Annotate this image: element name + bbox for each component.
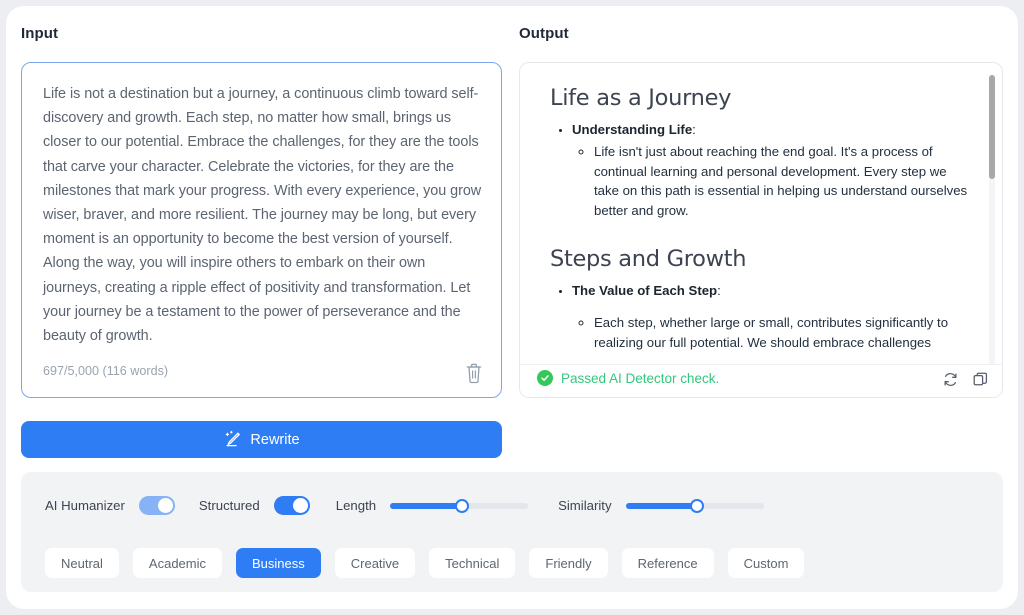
bullet-title: The Value of Each Step [572,283,717,298]
output-content[interactable]: Life as a Journey Understanding Life: Li… [520,63,1003,366]
toggle-knob [293,498,308,513]
preset-reference[interactable]: Reference [622,548,714,578]
length-label: Length [336,498,376,513]
length-slider[interactable] [390,503,528,509]
preset-academic[interactable]: Academic [133,548,222,578]
input-textarea-container[interactable]: Life is not a destination but a journey,… [21,62,502,398]
output-bullet-list: The Value of Each Step: Each step, wheth… [572,281,974,352]
preset-buttons: Neutral Academic Business Creative Techn… [45,548,804,578]
preset-custom[interactable]: Custom [728,548,805,578]
app-card: Input Life is not a destination but a jo… [6,6,1018,609]
output-panel-title: Output [519,25,569,42]
output-section-title: Steps and Growth [550,246,974,272]
status-badge: Passed AI Detector check. [561,371,719,386]
slider-thumb[interactable] [690,499,704,513]
output-status-bar: Passed AI Detector check. [520,364,1002,397]
preset-business[interactable]: Business [236,548,321,578]
input-text[interactable]: Life is not a destination but a journey,… [43,82,485,348]
ai-humanizer-label: AI Humanizer [45,498,125,513]
output-container: Life as a Journey Understanding Life: Li… [519,62,1003,398]
rewrite-button-label: Rewrite [250,432,299,448]
controls-row: AI Humanizer Structured Length Similarit… [45,496,764,515]
preset-neutral[interactable]: Neutral [45,548,119,578]
colon: : [692,122,696,137]
list-item: The Value of Each Step: Each step, wheth… [572,281,974,352]
scrollbar-thumb[interactable] [989,75,995,179]
list-item: Life isn't just about reaching the end g… [594,142,974,220]
bullet-title: Understanding Life [572,122,692,137]
similarity-slider[interactable] [626,503,764,509]
output-section-title: Life as a Journey [550,85,974,111]
controls-panel: AI Humanizer Structured Length Similarit… [21,472,1003,592]
rewrite-button[interactable]: Rewrite [21,421,502,458]
trash-icon[interactable] [463,360,485,384]
output-bullet-list: Understanding Life: Life isn't just abou… [572,120,974,220]
structured-toggle[interactable] [274,496,310,515]
preset-creative[interactable]: Creative [335,548,415,578]
similarity-label: Similarity [558,498,611,513]
slider-thumb[interactable] [455,499,469,513]
list-item: Understanding Life: Life isn't just abou… [572,120,974,220]
magic-wand-icon [223,430,242,449]
output-sub-list: Life isn't just about reaching the end g… [594,142,974,220]
regenerate-icon[interactable] [942,371,959,388]
character-counter: 697/5,000 (116 words) [43,364,168,378]
copy-icon[interactable] [972,371,989,388]
output-scrollbar[interactable] [989,75,995,365]
input-panel-title: Input [21,25,58,42]
output-sub-list: Each step, whether large or small, contr… [594,313,974,352]
status-group: Passed AI Detector check. [537,370,719,386]
preset-friendly[interactable]: Friendly [529,548,607,578]
colon: : [717,283,721,298]
preset-technical[interactable]: Technical [429,548,515,578]
ai-humanizer-toggle[interactable] [139,496,175,515]
structured-label: Structured [199,498,260,513]
check-circle-icon [537,370,553,386]
output-actions [942,371,989,388]
slider-fill [626,503,698,509]
toggle-knob [158,498,173,513]
list-item: Each step, whether large or small, contr… [594,313,974,352]
input-footer: 697/5,000 (116 words) [22,355,501,397]
slider-fill [390,503,462,509]
